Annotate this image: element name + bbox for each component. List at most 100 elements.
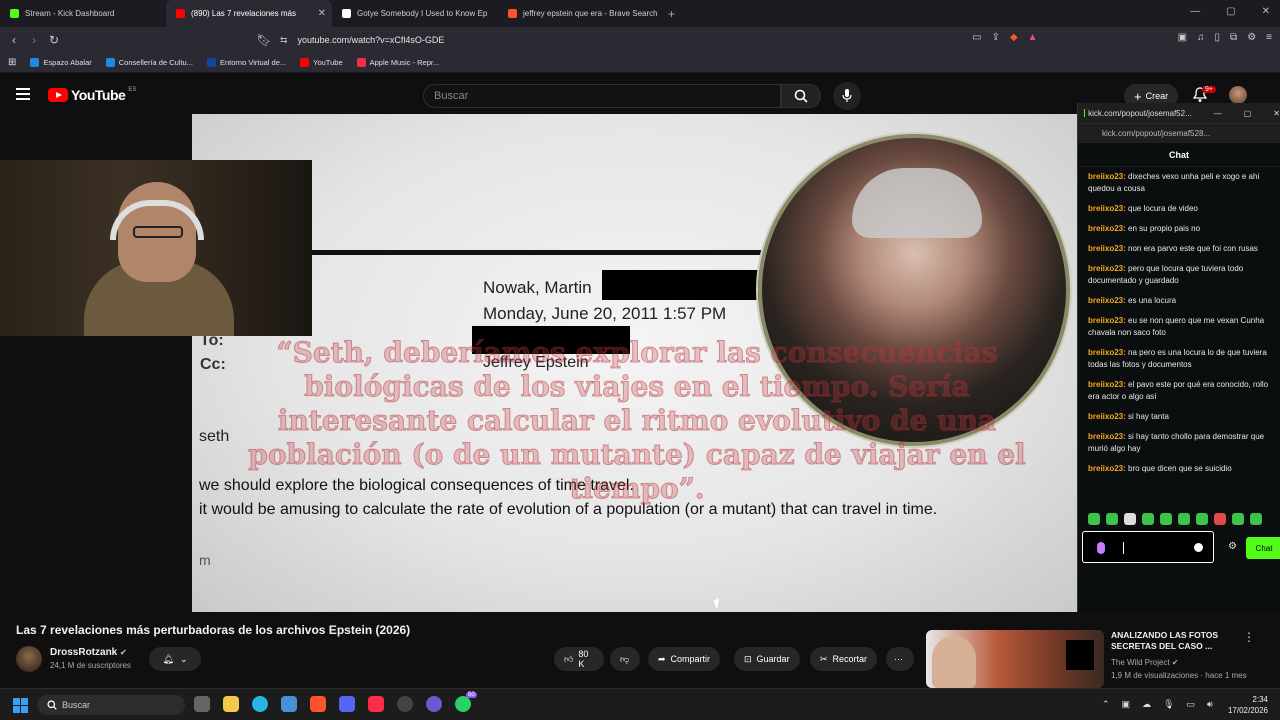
chat-send-button[interactable]: Chat <box>1246 537 1280 559</box>
emote-icon[interactable] <box>1232 513 1244 525</box>
chat-username[interactable]: breiixo23: <box>1088 244 1126 253</box>
search-input[interactable]: Buscar <box>423 84 781 108</box>
account-avatar[interactable] <box>1229 86 1247 104</box>
recommended-title[interactable]: ANALIZANDO LAS FOTOS SECRETAS DEL CASO .… <box>1111 630 1241 652</box>
chat-username[interactable]: breiixo23: <box>1088 380 1126 389</box>
taskbar-search[interactable]: Buscar <box>37 695 185 715</box>
youtube-logo[interactable]: YouTube ES <box>48 87 136 103</box>
task-view-icon[interactable] <box>194 696 210 712</box>
emote-icon[interactable] <box>1250 513 1262 525</box>
emote-icon[interactable] <box>1160 513 1172 525</box>
video-player[interactable]: Nowak, Martin Monday, June 20, 2011 1:57… <box>192 114 1078 612</box>
emoji-picker-icon[interactable] <box>1194 543 1203 552</box>
search-button[interactable] <box>781 84 821 108</box>
bookmark-apple-music[interactable]: Apple Music - Repr... <box>356 58 439 67</box>
close-tab-icon[interactable]: ✕ <box>318 8 326 19</box>
microphone-icon[interactable] <box>1097 542 1105 554</box>
tab-tiktok[interactable]: Gotye Somebody I Used to Know Ep <box>332 0 498 27</box>
screenshot-icon[interactable]: ▭ <box>972 32 981 43</box>
obs-icon[interactable] <box>397 696 413 712</box>
bookmark-entorno-virtual[interactable]: Entorno Virtual de... <box>206 58 286 67</box>
tray-app-icon[interactable]: ▣ <box>1122 699 1131 710</box>
bookmark-youtube[interactable]: YouTube <box>300 58 343 67</box>
tray-chevron-icon[interactable]: ⌃ <box>1102 699 1110 710</box>
bookmark-espazo-abalar[interactable]: Espazo Abalar <box>30 58 92 67</box>
file-explorer-icon[interactable] <box>223 696 239 712</box>
windows-start-icon[interactable] <box>13 698 28 713</box>
emote-icon[interactable] <box>1106 513 1118 525</box>
discord-icon[interactable] <box>339 696 355 712</box>
more-actions-button[interactable]: ⋯ <box>886 647 914 671</box>
share-icon[interactable]: ⇪ <box>992 32 1000 43</box>
store-icon[interactable] <box>281 696 297 712</box>
music-icon[interactable]: ♫ <box>1197 32 1205 43</box>
channel-name[interactable]: DrossRotzank ✔ <box>50 647 127 658</box>
bookmark-conselleria[interactable]: Consellería de Cultu... <box>105 58 193 67</box>
voice-search-button[interactable] <box>833 82 861 110</box>
app-icon[interactable] <box>426 696 442 712</box>
subscription-bell-button[interactable]: 🔔︎ ⌄ <box>149 647 201 671</box>
chat-username[interactable]: breiixo23: <box>1088 172 1126 181</box>
tab-youtube-video[interactable]: (890) Las 7 revelaciones más ✕ <box>166 0 332 27</box>
chat-username[interactable]: breiixo23: <box>1088 348 1126 357</box>
chat-message-input[interactable] <box>1082 531 1214 563</box>
site-info-icon[interactable]: ⇆ <box>280 35 288 46</box>
maximize-icon[interactable]: ▢ <box>1226 6 1235 17</box>
like-button[interactable]: 👍︎ 80 K <box>554 647 604 671</box>
close-window-icon[interactable]: ✕ <box>1273 109 1280 118</box>
volume-icon[interactable]: 🔊︎ <box>1207 699 1213 710</box>
chat-username[interactable]: breiixo23: <box>1088 412 1126 421</box>
chat-username[interactable]: breiixo23: <box>1088 432 1126 441</box>
recommended-more-icon[interactable]: ⋮ <box>1243 630 1255 644</box>
emote-icon[interactable] <box>1214 513 1226 525</box>
network-icon[interactable]: ▭ <box>1187 699 1196 710</box>
chat-username[interactable]: breiixo23: <box>1088 464 1126 473</box>
extensions-icon[interactable]: ⧉ <box>1230 32 1237 43</box>
emote-icon[interactable] <box>1142 513 1154 525</box>
brave-icon[interactable] <box>310 696 326 712</box>
chat-username[interactable]: breiixo23: <box>1088 296 1126 305</box>
apps-grid-icon[interactable]: ⊞ <box>8 57 16 68</box>
chat-username[interactable]: breiixo23: <box>1088 316 1126 325</box>
rewards-icon[interactable]: ▲ <box>1028 32 1038 43</box>
chat-username[interactable]: breiixo23: <box>1088 224 1126 233</box>
whatsapp-icon[interactable] <box>455 696 471 712</box>
minimize-icon[interactable]: — <box>1190 6 1200 17</box>
close-window-icon[interactable]: ✕ <box>1262 6 1270 17</box>
share-button[interactable]: ➦ Compartir <box>648 647 721 671</box>
tab-kick-dashboard[interactable]: Stream - Kick Dashboard <box>0 0 166 27</box>
sidebar-icon[interactable]: ▯ <box>1215 32 1221 43</box>
url-field[interactable]: ⇆ youtube.com/watch?v=xCfl4sO-GDE <box>280 30 1000 50</box>
edge-icon[interactable] <box>252 696 268 712</box>
tab-brave-search[interactable]: jeffrey epstein que era - Brave Search <box>498 0 664 27</box>
new-tab-button[interactable]: + <box>668 7 675 21</box>
emote-icon[interactable] <box>1178 513 1190 525</box>
chat-username[interactable]: breiixo23: <box>1088 204 1126 213</box>
emote-icon[interactable] <box>1196 513 1208 525</box>
save-button[interactable]: ⊡ Guardar <box>734 647 800 671</box>
emote-icon[interactable] <box>1124 513 1136 525</box>
back-arrow-icon[interactable]: ‹ <box>4 33 24 47</box>
minimize-icon[interactable]: — <box>1214 109 1222 118</box>
clip-button[interactable]: ✂ Recortar <box>810 647 878 671</box>
cloud-icon[interactable]: ☁ <box>1142 699 1151 710</box>
system-clock[interactable]: 2:34 17/02/2026 <box>1220 694 1268 716</box>
vpn-icon[interactable]: ⚙ <box>1247 32 1256 43</box>
reload-icon[interactable]: ↻ <box>44 33 64 47</box>
chat-username[interactable]: breiixo23: <box>1088 264 1126 273</box>
channel-avatar[interactable] <box>16 646 42 672</box>
recommended-thumbnail[interactable] <box>926 630 1104 688</box>
brave-shield-icon[interactable]: ◆ <box>1010 32 1018 43</box>
chat-message: breiixo23: non era parvo este que foi co… <box>1088 243 1270 255</box>
emote-icon[interactable] <box>1088 513 1100 525</box>
menu-icon[interactable]: ≡ <box>1266 32 1272 43</box>
mic-tray-icon[interactable]: 🎙︎ <box>1163 699 1174 710</box>
hamburger-menu-icon[interactable] <box>16 88 30 103</box>
bookmark-icon[interactable]: 🔖︎ <box>254 33 274 47</box>
apple-music-icon[interactable] <box>368 696 384 712</box>
dislike-button[interactable]: 👎︎ <box>610 647 640 671</box>
forward-arrow-icon[interactable]: › <box>24 33 44 47</box>
wallet-icon[interactable]: ▣ <box>1178 32 1187 43</box>
maximize-icon[interactable]: ▢ <box>1244 109 1252 118</box>
chat-settings-gear-icon[interactable]: ⚙ <box>1228 541 1237 552</box>
